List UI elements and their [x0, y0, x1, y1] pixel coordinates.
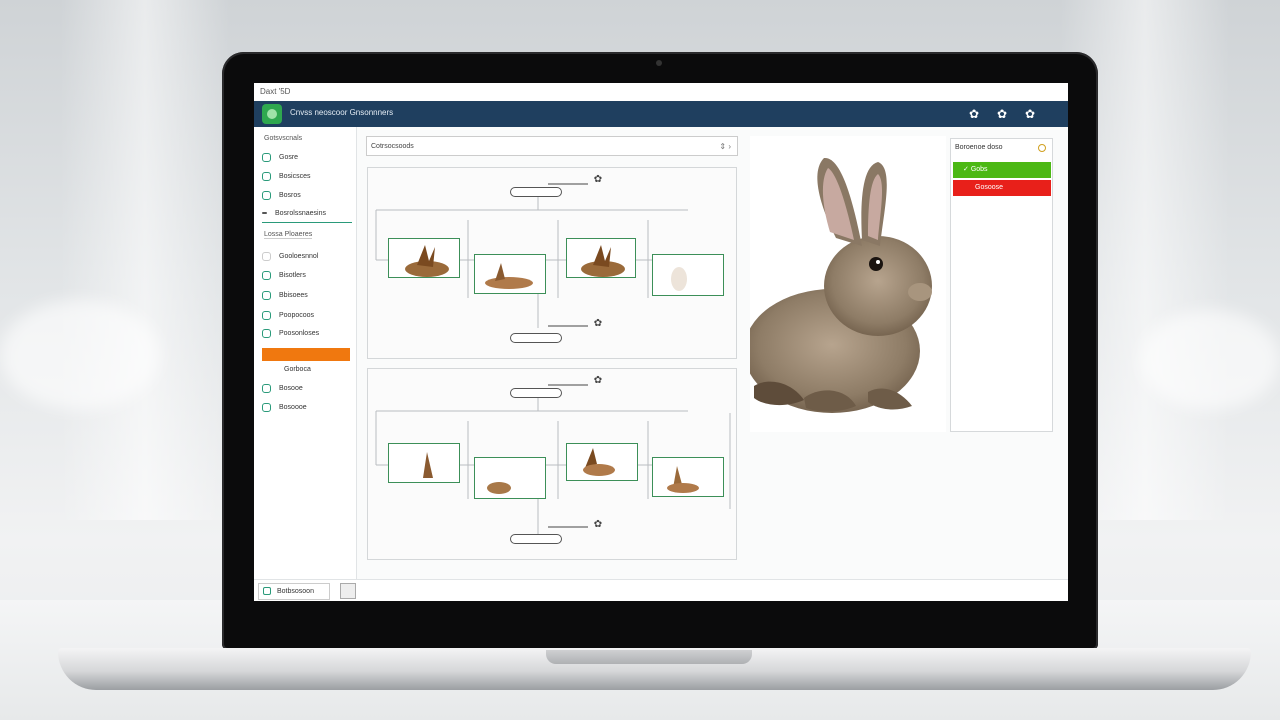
- gear-icon[interactable]: ✿: [590, 316, 606, 332]
- workflow-node[interactable]: [510, 388, 562, 398]
- folder-icon: [262, 190, 271, 200]
- rabbit-thumbnail[interactable]: [474, 457, 546, 499]
- rabbit-thumbnail[interactable]: [566, 443, 638, 481]
- workflow-node[interactable]: [510, 187, 562, 197]
- sidebar-item[interactable]: Poopocoos: [262, 308, 352, 324]
- gear-icon[interactable]: ✿: [590, 172, 606, 188]
- sidebar-item[interactable]: Bosrolssnaesins: [262, 206, 352, 223]
- check-icon: ✓: [963, 166, 971, 173]
- gear-icon[interactable]: ✿: [994, 106, 1010, 122]
- sidebar-item[interactable]: Bbisoees: [262, 288, 352, 304]
- info-icon[interactable]: [1038, 144, 1046, 152]
- app-header: Cnvss neoscoor Gnsonnners ✿ ✿ ✿: [254, 101, 1068, 127]
- node-icon: [262, 328, 271, 338]
- rabbit-preview-image: [744, 136, 946, 432]
- search-input[interactable]: Cotrsocsoods ⇕ ›: [366, 136, 738, 156]
- rabbit-illustration: [744, 157, 932, 413]
- sidebar-item[interactable]: Bosros: [262, 188, 352, 204]
- bottom-bar: Botbsosoon: [254, 579, 1068, 601]
- background-blur: [1140, 310, 1280, 410]
- window-titlebar: Daxt '5D: [254, 83, 1068, 102]
- sidebar-section-label: Lossa Ploaeres: [264, 231, 313, 239]
- background-window-light: [60, 0, 230, 520]
- sidebar: Gotsvscnals Gosre Bosicsces Bosros Bosro…: [254, 127, 357, 579]
- laptop-screen: Daxt '5D Cnvss neoscoor Gnsonnners ✿ ✿ ✿…: [254, 83, 1068, 601]
- window-title: Daxt '5D: [260, 87, 291, 96]
- workflow-panel[interactable]: ✿ ✿: [367, 167, 737, 359]
- properties-heading: Boroenoe doso: [955, 144, 1003, 151]
- gear-icon[interactable]: ✿: [1022, 106, 1038, 122]
- rabbit-thumbnail[interactable]: [652, 254, 724, 296]
- sidebar-item[interactable]: Gosre: [262, 150, 352, 166]
- gear-icon[interactable]: ✿: [590, 517, 606, 533]
- sidebar-item[interactable]: Bosooe: [262, 381, 352, 397]
- properties-panel: Boroenoe doso ✓ Gobs Gosoose: [950, 138, 1053, 432]
- node-icon: [262, 402, 271, 412]
- sidebar-item[interactable]: Poosonloses: [262, 326, 352, 342]
- rabbit-thumbnail[interactable]: [652, 457, 724, 497]
- rabbit-thumbnail[interactable]: [388, 238, 460, 278]
- folder-icon: [262, 152, 271, 162]
- camera-icon: [656, 60, 662, 66]
- workflow-node[interactable]: [510, 534, 562, 544]
- node-icon: [262, 290, 271, 300]
- sidebar-heading: Gotsvscnals: [264, 135, 303, 142]
- laptop-hinge: [546, 650, 752, 664]
- gear-icon[interactable]: ✿: [590, 373, 606, 389]
- sidebar-item-active[interactable]: [262, 348, 350, 361]
- sidebar-sub-label: Gorboca: [284, 366, 311, 373]
- node-icon: [262, 310, 271, 320]
- background-blur: [0, 300, 160, 410]
- node-icon: [262, 251, 271, 261]
- rabbit-thumbnail[interactable]: [566, 238, 636, 278]
- chevron-icon[interactable]: ⇕ ›: [719, 137, 731, 157]
- search-value: Cotrsocsoods: [371, 143, 414, 150]
- workflow-node[interactable]: [510, 333, 562, 343]
- sidebar-item[interactable]: Bosicsces: [262, 169, 352, 185]
- sidebar-item[interactable]: Bisotlers: [262, 268, 352, 284]
- node-icon: [262, 270, 271, 280]
- rabbit-thumbnail[interactable]: [474, 254, 546, 294]
- status-badge-error[interactable]: Gosoose: [953, 180, 1051, 196]
- laptop-lid: Daxt '5D Cnvss neoscoor Gnsonnners ✿ ✿ ✿…: [222, 52, 1098, 650]
- app-title: Cnvss neoscoor Gnsonnners: [290, 108, 394, 117]
- grid-icon[interactable]: [340, 583, 356, 599]
- rabbit-thumbnail[interactable]: [388, 443, 460, 483]
- folder-icon: [262, 212, 267, 215]
- app-logo-icon[interactable]: [262, 104, 282, 124]
- bottom-action-button[interactable]: Botbsosoon: [258, 583, 330, 600]
- gear-icon[interactable]: ✿: [966, 106, 982, 122]
- status-badge-success[interactable]: ✓ Gobs: [953, 162, 1051, 178]
- folder-icon: [262, 171, 271, 181]
- node-icon: [262, 383, 271, 393]
- node-icon: [263, 587, 271, 596]
- workflow-panel[interactable]: ✿ ✿: [367, 368, 737, 560]
- sidebar-item[interactable]: Bosoooe: [262, 400, 352, 416]
- sidebar-item[interactable]: Gooloesnnol: [262, 249, 352, 265]
